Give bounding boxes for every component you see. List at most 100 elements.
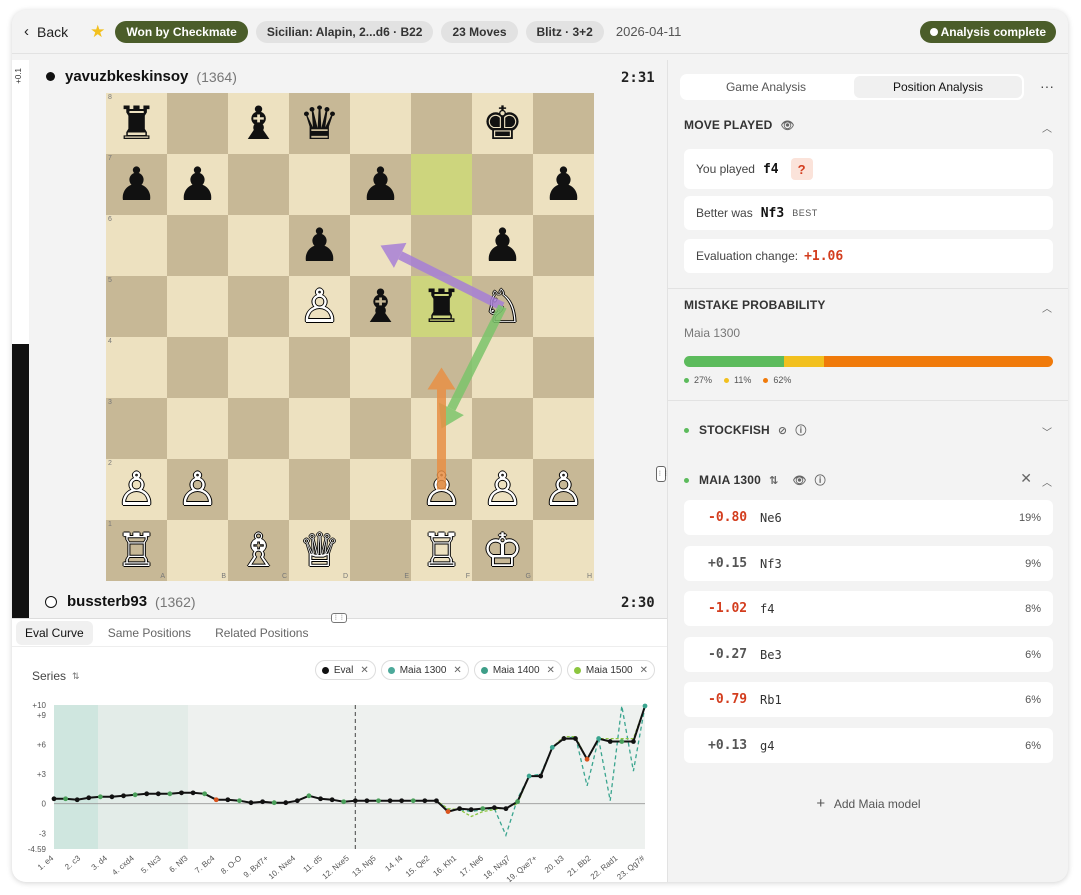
square-b1[interactable]: B <box>167 520 228 581</box>
piece-g5[interactable]: ♘ <box>472 276 533 337</box>
tab-same-positions[interactable]: Same Positions <box>99 621 200 645</box>
maia-move-row[interactable]: -0.80 Ne6 19% <box>684 500 1053 535</box>
square-e3[interactable] <box>350 398 411 459</box>
square-c4[interactable] <box>228 337 289 398</box>
piece-d8[interactable]: ♛ <box>289 93 350 154</box>
square-e8[interactable] <box>350 93 411 154</box>
square-c3[interactable] <box>228 398 289 459</box>
close-icon[interactable]: ✕ <box>640 665 648 676</box>
square-e1[interactable]: E <box>350 520 411 581</box>
square-a3[interactable]: 3 <box>106 398 167 459</box>
info-icon[interactable]: ⓘ <box>795 422 806 438</box>
piece-g2[interactable]: ♙ <box>472 459 533 520</box>
square-b5[interactable] <box>167 276 228 337</box>
top-player-name[interactable]: yavuzbkeskinsoy <box>65 68 188 85</box>
square-f3[interactable] <box>411 398 472 459</box>
piece-a2[interactable]: ♙ <box>106 459 167 520</box>
piece-a7[interactable]: ♟ <box>106 154 167 215</box>
piece-f5[interactable]: ♜ <box>411 276 472 337</box>
piece-e7[interactable]: ♟ <box>350 154 411 215</box>
resize-handle-icon[interactable]: ⋮⋮ <box>331 613 347 623</box>
series-chip[interactable]: Maia 1400 ✕ <box>473 660 562 680</box>
square-h3[interactable] <box>533 398 594 459</box>
square-a4[interactable]: 4 <box>106 337 167 398</box>
add-maia-button[interactable]: + Add Maia model <box>668 795 1068 812</box>
chevron-up-icon[interactable]: ︿ <box>1042 474 1052 489</box>
close-icon[interactable]: ✕ <box>453 665 461 676</box>
piece-b7[interactable]: ♟ <box>167 154 228 215</box>
piece-g6[interactable]: ♟ <box>472 215 533 276</box>
square-c5[interactable] <box>228 276 289 337</box>
square-d3[interactable] <box>289 398 350 459</box>
chess-board[interactable]: 8 7 6 5 4 3 2 1 A B C D E F G H ♜ ♝ ♛ ♚ ♟ ♟ ♟ ♟ ♟ ♟ ♙ ♝ ♜ ♘ ♙ ♙ ♙ ♙ ♙ ♖ ♗ ♕ ♖ ♔ <box>106 93 594 581</box>
eval-curve-chart[interactable]: +10+9 +6 +3 0 -3 -4.591. e4 2. c3 3. d4 4. cxd4 5… <box>12 691 667 882</box>
stockfish-section-title[interactable]: STOCKFISH ⊘ ⓘ <box>684 422 807 438</box>
piece-f2[interactable]: ♙ <box>411 459 472 520</box>
square-c2[interactable] <box>228 459 289 520</box>
square-b6[interactable] <box>167 215 228 276</box>
more-options-icon[interactable]: ··· <box>1040 78 1054 94</box>
tab-eval-curve[interactable]: Eval Curve <box>16 620 93 645</box>
tab-position-analysis[interactable]: Position Analysis <box>854 76 1022 98</box>
square-f8[interactable] <box>411 93 472 154</box>
drag-handle-icon[interactable]: ⋮⋮ <box>656 466 669 482</box>
square-c7[interactable] <box>228 154 289 215</box>
square-h5[interactable] <box>533 276 594 337</box>
square-e6[interactable] <box>350 215 411 276</box>
maia-move-row[interactable]: -1.02 f4 8% <box>684 591 1053 626</box>
sort-icon[interactable]: ⇅ <box>769 474 778 487</box>
square-e4[interactable] <box>350 337 411 398</box>
star-icon[interactable]: ★ <box>90 22 105 42</box>
series-chip[interactable]: Eval ✕ <box>314 660 376 680</box>
square-f4[interactable] <box>411 337 472 398</box>
piece-g8[interactable]: ♚ <box>472 93 533 154</box>
piece-h2[interactable]: ♙ <box>533 459 594 520</box>
maia-move-row[interactable]: -0.27 Be3 6% <box>684 637 1053 672</box>
maia-move-row[interactable]: +0.13 g4 6% <box>684 728 1053 763</box>
square-d7[interactable] <box>289 154 350 215</box>
piece-e5[interactable]: ♝ <box>350 276 411 337</box>
square-g7[interactable] <box>472 154 533 215</box>
series-chip[interactable]: Maia 1500 ✕ <box>566 660 655 680</box>
eye-icon[interactable]: 👁 <box>780 119 794 132</box>
piece-d6[interactable]: ♟ <box>289 215 350 276</box>
square-d2[interactable] <box>289 459 350 520</box>
square-g3[interactable] <box>472 398 533 459</box>
piece-b2[interactable]: ♙ <box>167 459 228 520</box>
square-a5[interactable]: 5 <box>106 276 167 337</box>
piece-d1[interactable]: ♕ <box>289 520 350 581</box>
piece-d5[interactable]: ♙ <box>289 276 350 337</box>
info-icon[interactable]: ⓘ <box>815 472 826 488</box>
series-selector[interactable]: Series ⇅ <box>32 669 80 683</box>
square-d4[interactable] <box>289 337 350 398</box>
close-icon[interactable]: ✕ <box>360 665 368 676</box>
piece-c8[interactable]: ♝ <box>228 93 289 154</box>
piece-a8[interactable]: ♜ <box>106 93 167 154</box>
series-chip[interactable]: Maia 1300 ✕ <box>380 660 469 680</box>
eye-icon[interactable]: 👁 <box>792 474 806 487</box>
maia-move-row[interactable]: -0.79 Rb1 6% <box>684 682 1053 717</box>
square-h8[interactable] <box>533 93 594 154</box>
square-h6[interactable] <box>533 215 594 276</box>
tab-related-positions[interactable]: Related Positions <box>206 621 317 645</box>
chevron-up-icon[interactable]: ︿ <box>1042 120 1052 135</box>
bottom-player-name[interactable]: bussterb93 <box>67 593 147 610</box>
piece-h7[interactable]: ♟ <box>533 154 594 215</box>
square-g4[interactable] <box>472 337 533 398</box>
tab-game-analysis[interactable]: Game Analysis <box>682 76 850 98</box>
square-b8[interactable] <box>167 93 228 154</box>
square-b4[interactable] <box>167 337 228 398</box>
square-e2[interactable] <box>350 459 411 520</box>
eye-off-icon[interactable]: ⊘ <box>778 424 787 437</box>
square-a6[interactable]: 6 <box>106 215 167 276</box>
chevron-up-icon[interactable]: ︿ <box>1042 300 1052 315</box>
close-icon[interactable]: ✕ <box>1020 470 1032 487</box>
maia-move-row[interactable]: +0.15 Nf3 9% <box>684 546 1053 581</box>
square-f6[interactable] <box>411 215 472 276</box>
back-button[interactable]: ‹ Back <box>24 23 68 40</box>
chevron-down-icon[interactable]: ﹀ <box>1042 424 1052 439</box>
close-icon[interactable]: ✕ <box>547 665 555 676</box>
piece-f1[interactable]: ♖ <box>411 520 472 581</box>
square-h1[interactable]: H <box>533 520 594 581</box>
piece-g1[interactable]: ♔ <box>472 520 533 581</box>
